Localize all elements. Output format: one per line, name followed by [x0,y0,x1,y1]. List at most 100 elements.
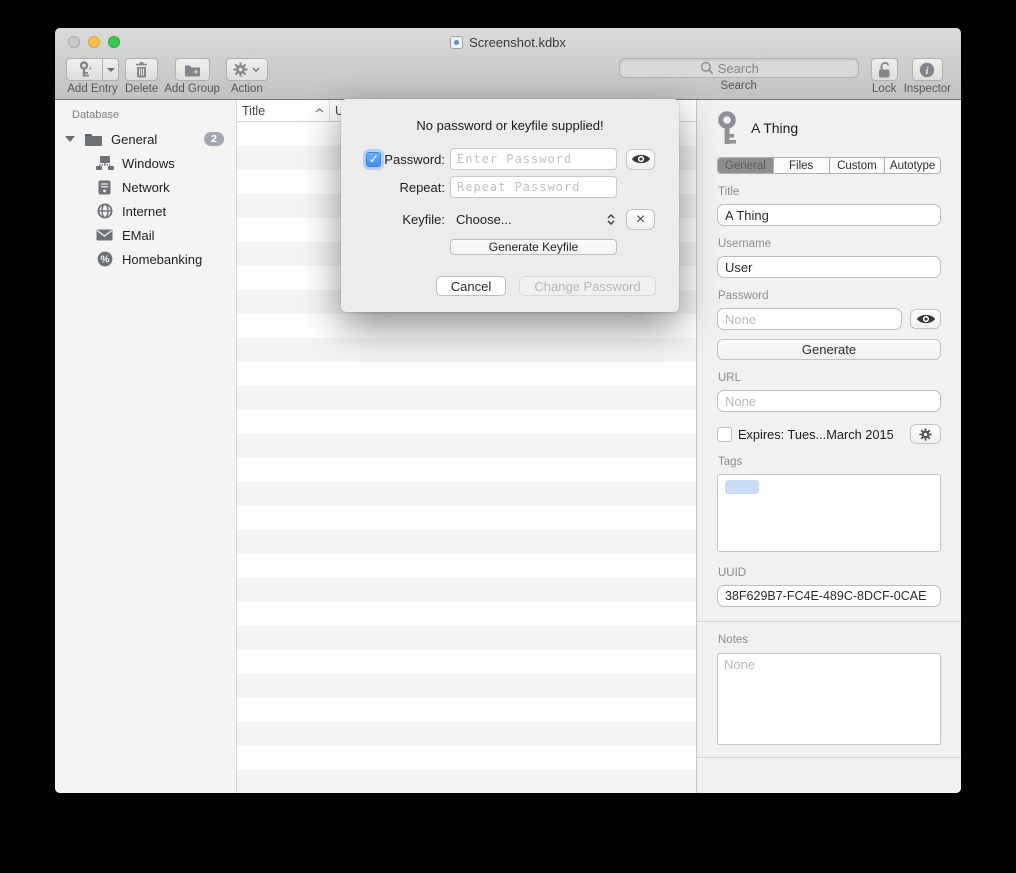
action-label: Action [231,83,263,95]
expires-settings-button[interactable] [910,424,941,444]
eye-icon [916,313,936,325]
inspector-tabs: General Files Custom Autotype [717,157,941,174]
change-password-button[interactable]: Change Password [519,276,656,296]
dialog-repeat-input[interactable] [450,176,617,198]
sidebar-item-internet[interactable]: Internet [55,199,236,223]
add-group-button[interactable]: + [175,58,210,81]
add-entry-dropdown[interactable] [103,58,119,81]
globe-icon [95,203,114,219]
column-header-title[interactable]: Title [237,100,330,121]
password-label: Password [718,290,941,302]
folder-plus-icon: + [184,63,201,77]
password-checkbox[interactable]: ✓ [366,152,381,167]
dialog-message: No password or keyfile supplied! [341,118,679,133]
sidebar-item-label: Network [122,180,170,195]
toolbar: + Add Entry [55,56,961,100]
delete-button[interactable] [125,58,158,81]
tag-pill[interactable] [725,480,759,494]
sidebar-item-network[interactable]: Network [55,175,236,199]
info-icon: i [919,62,935,78]
column-title-label: Title [242,104,265,118]
dialog-password-input[interactable] [450,148,617,170]
change-password-dialog: No password or keyfile supplied! ✓ Passw… [341,99,679,312]
svg-text:%: % [100,255,109,266]
uuid-label: UUID [718,567,941,579]
tags-label: Tags [718,456,941,468]
add-entry-item: + Add Entry [66,58,119,95]
action-item: Action [226,58,268,95]
delete-label: Delete [125,83,158,95]
sidebar-item-email[interactable]: EMail [55,223,236,247]
search-icon [700,61,714,75]
keyfile-clear-button[interactable]: × [626,209,655,230]
add-group-item: + Add Group [164,58,220,95]
lock-label: Lock [872,83,896,95]
clear-icon: × [636,212,645,228]
inspector-button[interactable]: i [912,58,943,81]
tab-autotype[interactable]: Autotype [885,158,940,173]
add-entry-label: Add Entry [67,83,118,95]
percent-circle-icon: % [95,251,114,267]
tab-custom[interactable]: Custom [830,158,886,173]
search-field[interactable] [619,58,859,78]
dialog-repeat-label: Repeat: [399,180,445,195]
close-button[interactable] [68,36,80,48]
url-field[interactable] [717,390,941,412]
titlebar[interactable]: Screenshot.kdbx [55,28,961,56]
chevron-down-icon [107,68,115,72]
eye-icon [631,153,651,165]
search-input[interactable] [718,61,778,76]
sidebar-item-label: EMail [122,228,155,243]
sidebar-item-windows[interactable]: Windows [55,151,236,175]
uuid-field[interactable] [717,585,941,607]
inspector-label: Inspector [904,83,951,95]
sidebar: Database General 2 [55,100,237,793]
window-title: Screenshot.kdbx [469,35,566,50]
disclosure-triangle-icon[interactable] [65,136,75,142]
notes-field[interactable] [717,653,941,745]
dialog-password-label: Password: [384,152,445,167]
show-password-button[interactable] [910,309,941,329]
action-button[interactable] [226,58,268,81]
dialog-show-password-button[interactable] [626,149,655,170]
password-field[interactable] [717,308,902,330]
search-label: Search [720,80,756,92]
title-label: Title [718,186,941,198]
server-icon [95,180,114,195]
minimize-button[interactable] [88,36,100,48]
lock-button[interactable] [871,58,898,81]
generate-password-button[interactable]: Generate [717,339,941,360]
svg-text:+: + [88,66,92,73]
sidebar-section-header: Database [72,109,236,121]
title-field[interactable] [717,204,941,226]
expires-label: Expires: Tues...March 2015 [738,427,904,442]
dialog-keyfile-label: Keyfile: [402,212,445,227]
url-label: URL [718,372,941,384]
sort-ascending-icon [315,108,324,113]
inspector-panel: A Thing General Files Custom Autotype Ti… [696,100,961,793]
keyfile-select[interactable]: Choose... [450,212,617,227]
expires-checkbox[interactable] [717,427,732,442]
add-entry-button[interactable]: + [66,58,103,81]
notes-label: Notes [718,634,941,646]
unlock-icon [877,61,892,78]
generate-keyfile-button[interactable]: Generate Keyfile [450,239,617,255]
username-field[interactable] [717,256,941,278]
tags-field[interactable] [717,474,941,552]
entry-count-badge: 2 [204,132,224,146]
window-chrome: Screenshot.kdbx + [55,28,961,100]
zoom-button[interactable] [108,36,120,48]
username-label: Username [718,238,941,250]
document-icon [450,36,463,49]
tab-general[interactable]: General [718,158,774,173]
workgroup-icon [95,156,114,170]
stepper-icon [607,214,615,225]
sidebar-group-general[interactable]: General 2 [55,127,236,151]
sidebar-item-homebanking[interactable]: % Homebanking [55,247,236,271]
cancel-button[interactable]: Cancel [436,276,506,296]
section-divider [697,621,961,622]
group-label: General [111,132,157,147]
tab-files[interactable]: Files [774,158,830,173]
folder-icon [84,132,103,146]
envelope-icon [95,229,114,241]
